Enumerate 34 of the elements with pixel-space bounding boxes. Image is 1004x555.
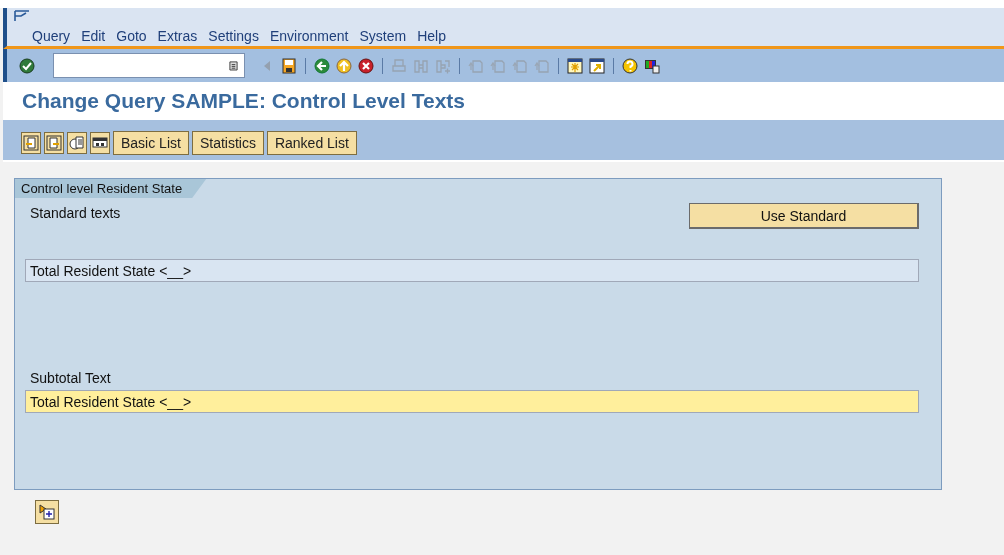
cancel-icon[interactable]: [358, 57, 374, 74]
field-label: Standard texts: [30, 204, 121, 221]
enter-icon[interactable]: [19, 57, 35, 74]
input-field[interactable]: Total Resident State <__>: [25, 390, 919, 413]
arrow-window-icon[interactable]: [589, 57, 605, 74]
insert-row-button[interactable]: [35, 500, 59, 524]
sparkle-window-icon[interactable]: [567, 57, 583, 74]
page-right-button[interactable]: [44, 132, 64, 154]
toolbar-button[interactable]: Basic List: [113, 131, 189, 155]
page-left-button[interactable]: [21, 132, 41, 154]
back-arrow-icon[interactable]: [314, 57, 330, 74]
menu-item[interactable]: Environment: [269, 28, 349, 44]
menu-icon[interactable]: [14, 10, 30, 22]
documents-button[interactable]: [67, 132, 87, 154]
field-label: Subtotal Text: [29, 369, 111, 386]
input-field[interactable]: Total Resident State <__>: [25, 259, 919, 282]
group-title: Control level Resident State: [15, 179, 207, 198]
menu-item[interactable]: Edit: [81, 28, 106, 44]
menu-item[interactable]: Goto: [116, 28, 147, 44]
toolbar-button[interactable]: Ranked List: [266, 131, 357, 155]
menu-item[interactable]: Query: [32, 28, 71, 44]
history-icon[interactable]: [229, 60, 238, 71]
question-mark-icon[interactable]: [622, 57, 638, 74]
menu-item[interactable]: System: [359, 28, 407, 44]
window-button[interactable]: [90, 132, 110, 154]
menu-item[interactable]: Extras: [157, 28, 198, 44]
screen-title: Change Query SAMPLE: Control Level Texts: [22, 89, 466, 113]
menu-item[interactable]: Help: [417, 28, 446, 44]
up-arrow-icon[interactable]: [336, 57, 352, 74]
menu-item[interactable]: Settings: [208, 28, 259, 44]
monitor-icon[interactable]: [644, 57, 660, 74]
command-field[interactable]: [53, 53, 245, 78]
toolbar-button[interactable]: Statistics: [191, 131, 264, 155]
use-standard-button[interactable]: Use Standard: [689, 203, 919, 229]
